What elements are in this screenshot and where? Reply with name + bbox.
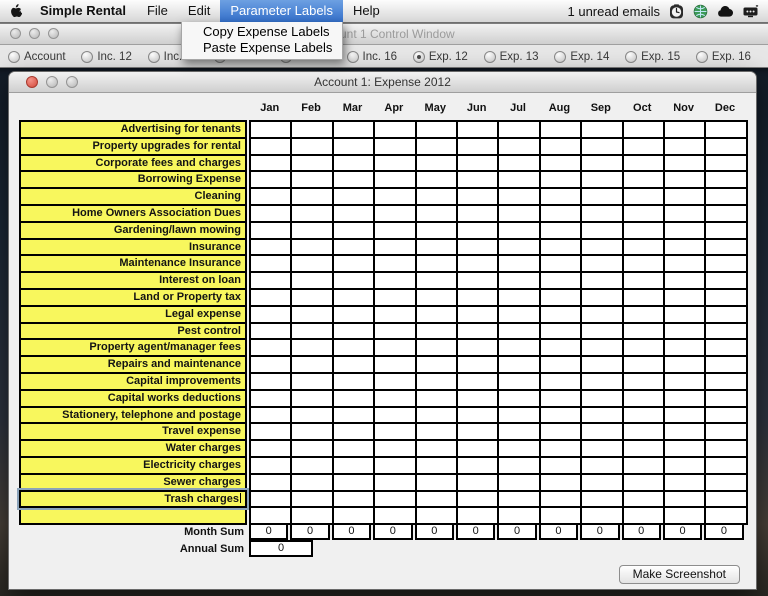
apple-icon (9, 4, 22, 19)
radio-label: Exp. 13 (500, 51, 539, 63)
apple-menu[interactable] (0, 0, 29, 22)
timer-icon[interactable] (669, 0, 684, 22)
month-sum-cell: 0 (332, 523, 371, 540)
annual-sum-cell: 0 (249, 540, 313, 557)
expense-window-title: Account 1: Expense 2012 (314, 75, 451, 89)
minimize-button[interactable] (29, 28, 40, 39)
radio-button-icon (8, 51, 20, 63)
month-header-feb: Feb (290, 102, 331, 114)
cloud-icon[interactable] (717, 0, 733, 22)
unread-emails-status[interactable]: 1 unread emails (568, 4, 661, 19)
radio-account[interactable]: Account (8, 51, 66, 63)
radio-button-icon (148, 51, 160, 63)
radio-label: Inc. 16 (363, 51, 398, 63)
radio-exp-15[interactable]: Exp. 15 (625, 51, 680, 63)
month-sum-cell: 0 (249, 523, 288, 540)
month-header-jul: Jul (497, 102, 538, 114)
month-header-aug: Aug (539, 102, 580, 114)
month-sum-cell: 0 (456, 523, 495, 540)
expense-grid: Advertising for tenantsProperty upgrades… (19, 120, 748, 525)
expense-label-field[interactable]: Trash charges (19, 490, 247, 509)
month-sum-cell: 0 (497, 523, 536, 540)
radio-button-icon (625, 51, 637, 63)
expense-window: Account 1: Expense 2012 JanFebMarAprMayJ… (8, 71, 757, 590)
month-header-nov: Nov (663, 102, 704, 114)
zoom-button[interactable] (66, 76, 78, 88)
month-sum-cell: 0 (539, 523, 578, 540)
display-icon[interactable] (742, 0, 759, 22)
menu-item-paste-expense-labels[interactable]: Paste Expense Labels (182, 40, 342, 56)
radio-button-icon (413, 51, 425, 63)
radio-button-icon (347, 51, 359, 63)
month-header-jan: Jan (249, 102, 290, 114)
control-window-titlebar[interactable]: Account 1 Control Window (0, 24, 768, 45)
menu-bar: Simple Rental File Edit Parameter Labels… (0, 0, 768, 23)
month-sum-cell: 0 (580, 523, 619, 540)
radio-label: Account (24, 51, 66, 63)
window-controls (10, 28, 59, 39)
month-sum-cell: 0 (415, 523, 454, 540)
radio-label: Exp. 14 (570, 51, 609, 63)
text-cursor (240, 493, 241, 503)
menu-parameter-labels[interactable]: Parameter Labels (220, 0, 343, 22)
month-sum-label: Month Sum (19, 526, 247, 538)
make-screenshot-button[interactable]: Make Screenshot (619, 565, 740, 584)
zoom-button[interactable] (48, 28, 59, 39)
radio-button-icon (696, 51, 708, 63)
radio-exp-14[interactable]: Exp. 14 (554, 51, 609, 63)
radio-exp-16[interactable]: Exp. 16 (696, 51, 751, 63)
account-sheet-radio-row: AccountInc. 12Inc. 13Inc. 14Inc. 15Inc. … (0, 45, 768, 68)
close-button[interactable] (10, 28, 21, 39)
radio-exp-12[interactable]: Exp. 12 (413, 51, 468, 63)
expense-window-titlebar[interactable]: Account 1: Expense 2012 (9, 72, 756, 93)
account-control-window: Account 1 Control Window Account Inc. 12 I… (0, 23, 768, 68)
radio-inc-16[interactable]: Inc. 16 (347, 51, 398, 63)
month-header-apr: Apr (373, 102, 414, 114)
month-sum-cell: 0 (290, 523, 329, 540)
minimize-button[interactable] (46, 76, 58, 88)
radio-label: Exp. 12 (429, 51, 468, 63)
radio-button-icon (81, 51, 93, 63)
expense-window-content: JanFebMarAprMayJunJulAugSepOctNovDec Adv… (9, 92, 756, 589)
radio-button-icon (554, 51, 566, 63)
radio-button-icon (484, 51, 496, 63)
radio-label: Exp. 15 (641, 51, 680, 63)
month-sum-cell: 0 (663, 523, 702, 540)
month-sum-cell: 0 (622, 523, 661, 540)
month-header-dec: Dec (704, 102, 745, 114)
menu-bar-status-area: 1 unread emails (568, 0, 768, 22)
menu-file[interactable]: File (137, 0, 178, 22)
month-sum-cell: 0 (704, 523, 743, 540)
month-header-spacer (19, 102, 249, 114)
annual-sum-label: Annual Sum (19, 543, 247, 555)
app-menu-simple-rental[interactable]: Simple Rental (29, 0, 137, 22)
sum-rows: Month Sum 000000000000 Annual Sum 0 (19, 523, 744, 557)
close-button[interactable] (26, 76, 38, 88)
month-header-row: JanFebMarAprMayJunJulAugSepOctNovDec (19, 102, 746, 114)
menu-help[interactable]: Help (343, 0, 390, 22)
window-controls (26, 76, 78, 88)
month-sum-cell: 0 (373, 523, 412, 540)
month-sum-cells: 000000000000 (247, 523, 744, 540)
month-header-mar: Mar (332, 102, 373, 114)
menu-item-copy-expense-labels[interactable]: Copy Expense Labels (182, 24, 342, 40)
radio-label: Exp. 16 (712, 51, 751, 63)
radio-exp-13[interactable]: Exp. 13 (484, 51, 539, 63)
parameter-labels-dropdown: Copy Expense Labels Paste Expense Labels (181, 22, 343, 60)
month-header-oct: Oct (622, 102, 663, 114)
month-sum-row: Month Sum 000000000000 (19, 523, 744, 540)
radio-inc-12[interactable]: Inc. 12 (81, 51, 132, 63)
month-header-may: May (415, 102, 456, 114)
menu-edit[interactable]: Edit (178, 0, 220, 22)
annual-sum-row: Annual Sum 0 (19, 540, 744, 557)
month-header-sep: Sep (580, 102, 621, 114)
globe-icon[interactable] (693, 0, 708, 22)
month-header-jun: Jun (456, 102, 497, 114)
radio-label: Inc. 12 (97, 51, 132, 63)
